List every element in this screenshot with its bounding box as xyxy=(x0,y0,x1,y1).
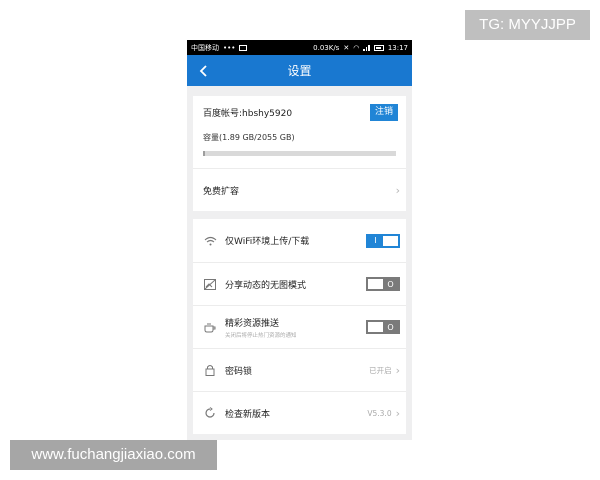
resource-push-row: 精彩资源推送 关闭后将停止热门资源的通知 O xyxy=(193,305,406,348)
account-card: 百度帐号:hbshy5920 注销 容量(1.89 GB/2055 GB) 免费… xyxy=(193,96,406,211)
watermark-site: www.fuchangjiaxiao.com xyxy=(10,440,217,470)
check-update-label: 检查新版本 xyxy=(225,409,271,420)
settings-card: 仅WiFi环境上传/下载 I 分享动态的无图模式 O 精彩资源推送 关闭后将停止… xyxy=(193,219,406,434)
battery-icon xyxy=(373,44,384,51)
free-expand-label: 免费扩容 xyxy=(203,186,240,197)
account-label: 百度帐号:hbshy5920 xyxy=(203,108,293,119)
back-icon[interactable] xyxy=(195,55,211,86)
wifi-only-label: 仅WiFi环境上传/下载 xyxy=(225,237,310,247)
chevron-right-icon: › xyxy=(395,406,400,420)
check-update-row[interactable]: 检查新版本 V5.3.0 › xyxy=(193,391,406,434)
network-speed: 0.03K/s xyxy=(313,43,340,52)
capacity-progress-fill xyxy=(203,151,205,156)
clock: 13:17 xyxy=(387,43,408,52)
no-image-mode-label: 分享动态的无图模式 xyxy=(225,280,307,291)
mute-icon: ✕ xyxy=(343,43,350,52)
lock-icon xyxy=(203,363,217,377)
phone-screen: 中国移动 ••• 0.03K/s ✕ ◠ 13:17 设置 百度帐号:hbshy… xyxy=(187,40,412,440)
free-expand-row[interactable]: 免费扩容 › xyxy=(193,168,406,211)
password-lock-row[interactable]: 密码锁 已开启 › xyxy=(193,348,406,391)
coffee-cup-icon xyxy=(203,320,217,334)
capacity-section: 容量(1.89 GB/2055 GB) xyxy=(193,128,406,168)
chevron-right-icon: › xyxy=(395,363,400,377)
watermark-tg: TG: MYYJJPP xyxy=(465,10,590,40)
version-label: V5.3.0 xyxy=(367,408,392,418)
resource-push-label: 精彩资源推送 xyxy=(225,318,280,329)
resource-push-toggle[interactable]: O xyxy=(366,320,400,334)
page-title: 设置 xyxy=(287,64,312,78)
refresh-icon xyxy=(203,406,217,420)
status-dots: ••• xyxy=(223,43,236,52)
password-lock-label: 密码锁 xyxy=(225,366,253,377)
chevron-right-icon: › xyxy=(395,183,400,197)
no-image-icon xyxy=(203,277,217,291)
logout-button[interactable]: 注销 xyxy=(369,103,398,121)
nav-bar: 设置 xyxy=(187,55,412,86)
wifi-icon xyxy=(203,234,217,248)
image-notification-icon xyxy=(239,44,248,51)
account-row: 百度帐号:hbshy5920 注销 xyxy=(193,96,406,128)
wifi-only-row: 仅WiFi环境上传/下载 I xyxy=(193,219,406,262)
carrier-label: 中国移动 xyxy=(191,43,219,52)
wifi-status-icon: ◠ xyxy=(353,43,360,52)
status-bar: 中国移动 ••• 0.03K/s ✕ ◠ 13:17 xyxy=(187,40,412,55)
capacity-progress-bar xyxy=(203,151,396,156)
signal-icon xyxy=(363,44,370,51)
password-lock-status: 已开启 xyxy=(369,365,392,375)
resource-push-sublabel: 关闭后将停止热门资源的通知 xyxy=(225,332,297,339)
capacity-label: 容量(1.89 GB/2055 GB) xyxy=(203,133,295,142)
no-image-mode-row: 分享动态的无图模式 O xyxy=(193,262,406,305)
wifi-only-toggle[interactable]: I xyxy=(366,233,400,248)
no-image-mode-toggle[interactable]: O xyxy=(366,277,400,291)
